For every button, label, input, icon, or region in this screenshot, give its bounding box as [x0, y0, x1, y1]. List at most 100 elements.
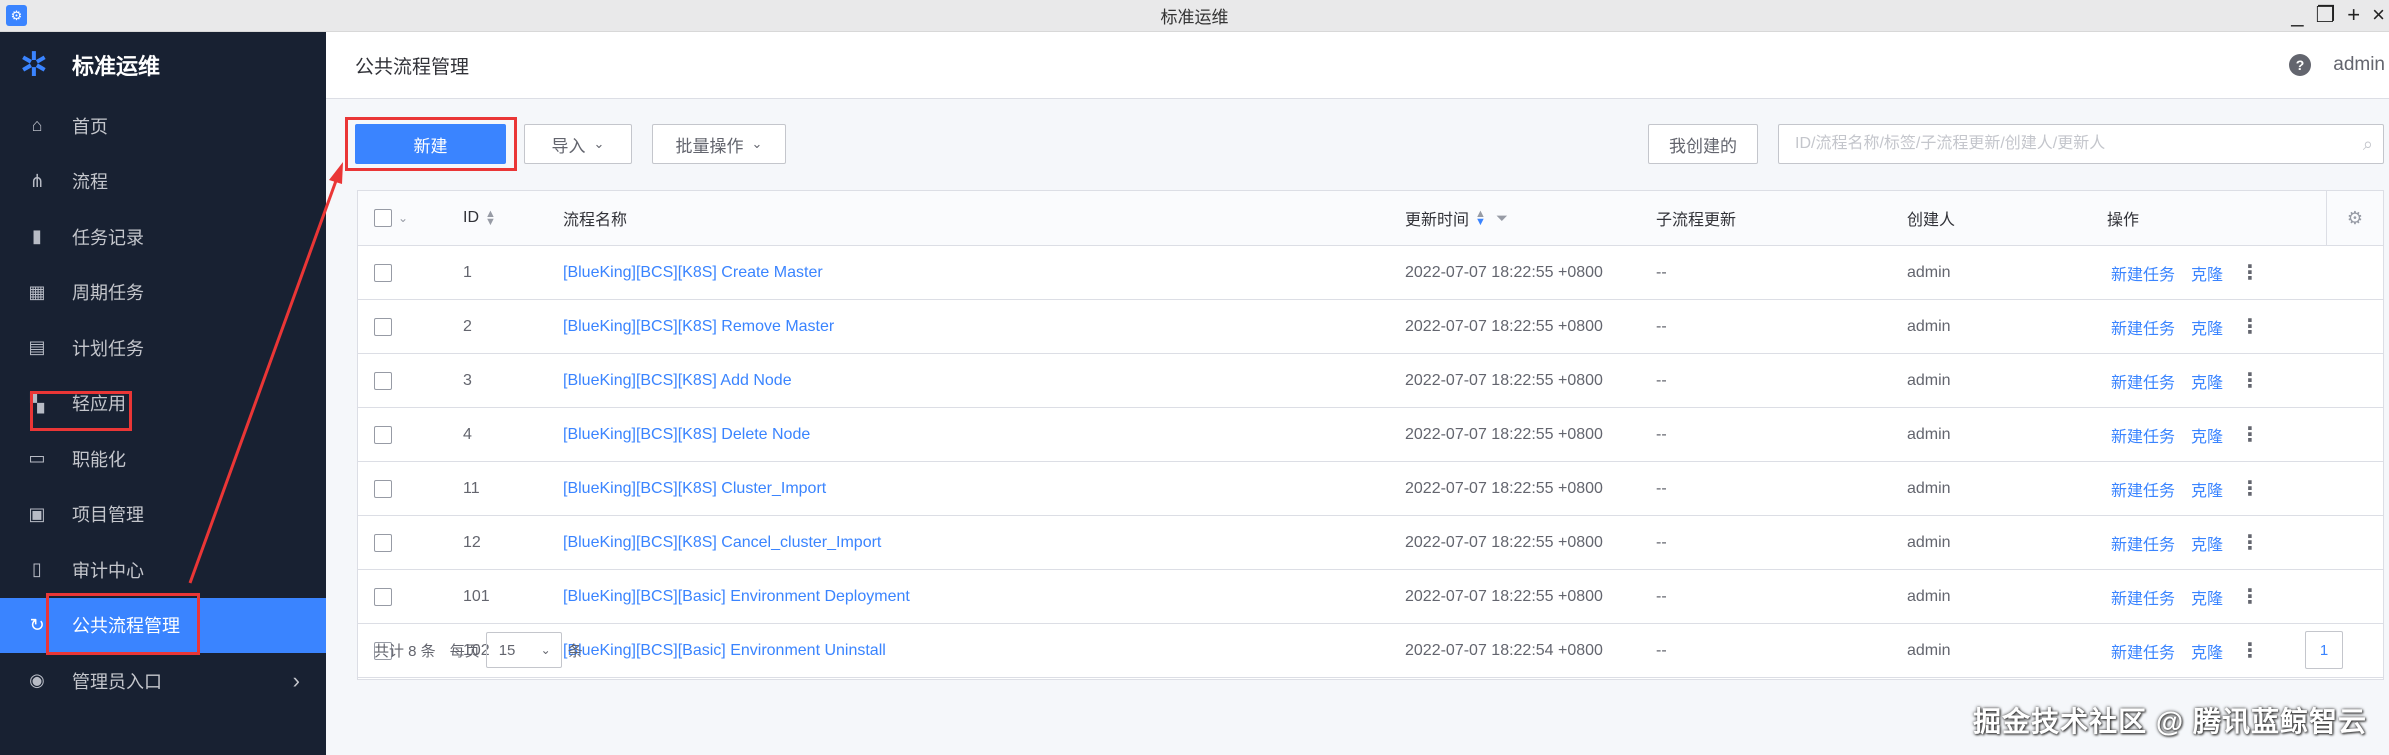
- new-task-link[interactable]: 新建任务: [2111, 246, 2175, 299]
- sort-icon[interactable]: ▲ ▼: [1475, 209, 1486, 228]
- table-row: 12 [BlueKing][BCS][K8S] Cancel_cluster_Im…: [358, 516, 2383, 570]
- col-id[interactable]: ID ▲ ▼: [463, 191, 496, 245]
- chevron-down-icon[interactable]: ⌄: [398, 211, 408, 225]
- row-subflow: --: [1656, 533, 1667, 551]
- more-icon[interactable]: ⋮: [2240, 516, 2260, 569]
- row-checkbox[interactable]: [374, 263, 392, 282]
- table-row: 101 [BlueKing][BCS][Basic] Environment De…: [358, 570, 2383, 624]
- row-checkbox[interactable]: [374, 371, 392, 390]
- row-select-cell: [374, 570, 392, 623]
- sidebar-item-1[interactable]: ⋔ 流程: [0, 154, 326, 210]
- clone-link[interactable]: 克隆: [2191, 354, 2223, 407]
- more-icon[interactable]: ⋮: [2240, 246, 2260, 299]
- row-creator: admin: [1907, 533, 1951, 551]
- row-checkbox[interactable]: [374, 317, 392, 336]
- sidebar-item-label: 首页: [72, 116, 108, 137]
- row-name-link[interactable]: [BlueKing][BCS][K8S] Delete Node: [563, 408, 810, 461]
- row-id: 1: [463, 263, 472, 281]
- col-name: 流程名称: [563, 191, 627, 245]
- row-name-link[interactable]: [BlueKing][BCS][K8S] Cluster_Import: [563, 462, 826, 515]
- maximize-icon[interactable]: +: [2347, 2, 2360, 28]
- clone-link[interactable]: 克隆: [2191, 462, 2223, 515]
- row-subflow: --: [1656, 425, 1667, 443]
- sidebar-item-2[interactable]: ▮ 任务记录: [0, 209, 326, 265]
- new-task-link[interactable]: 新建任务: [2111, 354, 2175, 407]
- page-button-current[interactable]: 1: [2305, 631, 2343, 669]
- home-icon: ⌂: [31, 115, 43, 136]
- row-checkbox[interactable]: [374, 479, 392, 498]
- row-name-link[interactable]: [BlueKing][BCS][K8S] Cancel_cluster_Impo…: [563, 516, 881, 569]
- functional-icon: ▭: [28, 448, 46, 469]
- row-name-link[interactable]: [BlueKing][BCS][K8S] Remove Master: [563, 300, 834, 353]
- sidebar-item-label: 管理员入口: [72, 671, 162, 692]
- row-id: 4: [463, 425, 472, 443]
- sidebar-item-10[interactable]: ◉ 管理员入口 ›: [0, 653, 326, 709]
- logo-icon: ✲: [19, 46, 49, 84]
- sidebar-item-label: 计划任务: [72, 338, 144, 359]
- sort-icon[interactable]: ▲ ▼: [485, 209, 496, 228]
- help-icon[interactable]: ?: [2289, 54, 2311, 76]
- flow-icon: ⋔: [29, 170, 45, 191]
- user-name[interactable]: admin: [2333, 54, 2385, 76]
- more-icon[interactable]: ⋮: [2240, 570, 2260, 623]
- restore-icon[interactable]: ❐: [2316, 2, 2336, 28]
- row-checkbox[interactable]: [374, 425, 392, 444]
- new-task-link[interactable]: 新建任务: [2111, 570, 2175, 623]
- row-updated: 2022-07-07 18:22:55 +0800: [1405, 533, 1603, 551]
- row-updated: 2022-07-07 18:22:55 +0800: [1405, 371, 1603, 389]
- select-all-checkbox[interactable]: [374, 209, 392, 227]
- per-page-select[interactable]: 15 ⌄: [485, 632, 562, 668]
- new-task-link[interactable]: 新建任务: [2111, 408, 2175, 461]
- clone-link[interactable]: 克隆: [2191, 408, 2223, 461]
- row-creator: admin: [1907, 587, 1951, 605]
- row-updated: 2022-07-07 18:22:55 +0800: [1405, 263, 1603, 281]
- import-dropdown[interactable]: 导入 ⌄: [524, 124, 632, 164]
- clone-link[interactable]: 克隆: [2191, 246, 2223, 299]
- import-label: 导入: [551, 136, 586, 156]
- new-task-link[interactable]: 新建任务: [2111, 300, 2175, 353]
- search-icon[interactable]: ⌕: [2363, 134, 2373, 155]
- sidebar-item-label: 周期任务: [72, 283, 144, 304]
- more-icon[interactable]: ⋮: [2240, 354, 2260, 407]
- current-page-number: 1: [2319, 641, 2329, 659]
- row-creator: admin: [1907, 371, 1951, 389]
- col-updated[interactable]: 更新时间 ▲ ▼ ⏷: [1405, 191, 1508, 245]
- mine-filter-button[interactable]: 我创建的: [1648, 124, 1758, 164]
- col-creator: 创建人: [1907, 191, 1955, 245]
- row-id: 11: [463, 479, 480, 497]
- clone-link[interactable]: 克隆: [2191, 300, 2223, 353]
- row-checkbox[interactable]: [374, 533, 392, 552]
- new-task-link[interactable]: 新建任务: [2111, 516, 2175, 569]
- sidebar-item-6[interactable]: ▭ 职能化: [0, 431, 326, 487]
- close-icon[interactable]: ×: [2372, 2, 2385, 28]
- sidebar-item-0[interactable]: ⌂ 首页: [0, 98, 326, 154]
- table-settings-icon[interactable]: ⚙: [2326, 191, 2383, 245]
- sidebar-item-7[interactable]: ▣ 项目管理: [0, 487, 326, 543]
- row-subflow: --: [1656, 587, 1667, 605]
- more-icon[interactable]: ⋮: [2240, 300, 2260, 353]
- clone-link[interactable]: 克隆: [2191, 516, 2223, 569]
- row-checkbox[interactable]: [374, 587, 392, 606]
- new-button[interactable]: 新建: [355, 124, 506, 164]
- brand-name: 标准运维: [72, 54, 161, 79]
- plan-icon: ▤: [28, 337, 46, 358]
- sidebar-item-label: 项目管理: [72, 505, 144, 526]
- clone-link[interactable]: 克隆: [2191, 570, 2223, 623]
- row-updated: 2022-07-07 18:22:55 +0800: [1405, 479, 1603, 497]
- sidebar-item-3[interactable]: ▦ 周期任务: [0, 265, 326, 321]
- batch-dropdown[interactable]: 批量操作 ⌄: [652, 124, 786, 164]
- row-name-link[interactable]: [BlueKing][BCS][K8S] Create Master: [563, 246, 823, 299]
- new-task-link[interactable]: 新建任务: [2111, 462, 2175, 515]
- more-icon[interactable]: ⋮: [2240, 408, 2260, 461]
- row-name-link[interactable]: [BlueKing][BCS][K8S] Add Node: [563, 354, 792, 407]
- brand[interactable]: ✲ 标准运维: [0, 32, 326, 98]
- col-subflow-label: 子流程更新: [1656, 212, 1737, 229]
- minimize-icon[interactable]: _: [2291, 2, 2303, 28]
- sidebar-item-8[interactable]: ▯ 审计中心: [0, 542, 326, 598]
- sidebar-item-4[interactable]: ▤ 计划任务: [0, 320, 326, 376]
- row-name-link[interactable]: [BlueKing][BCS][Basic] Environment Deplo…: [563, 570, 910, 623]
- search-input[interactable]: [1793, 134, 2337, 154]
- admin-icon: ◉: [29, 670, 45, 691]
- filter-icon[interactable]: ⏷: [1496, 210, 1508, 227]
- more-icon[interactable]: ⋮: [2240, 462, 2260, 515]
